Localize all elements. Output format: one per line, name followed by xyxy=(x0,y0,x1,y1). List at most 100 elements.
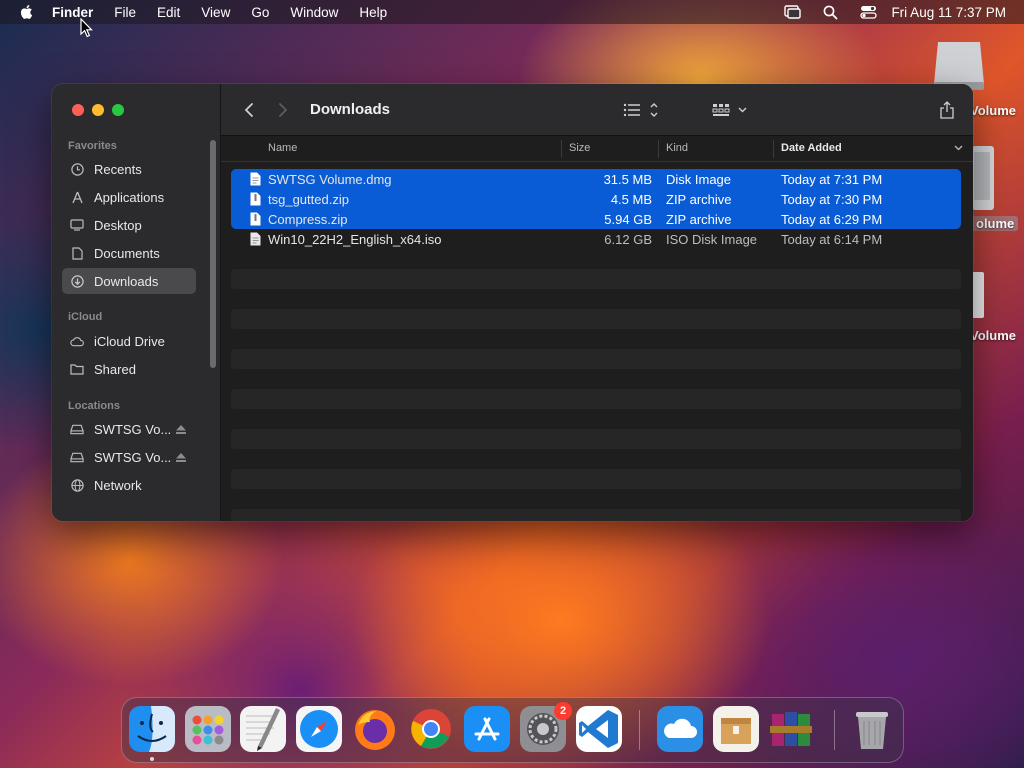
sidebar-item-recents[interactable]: Recents xyxy=(62,156,196,182)
table-row[interactable]: SWTSG Volume.dmg 31.5 MB Disk Image Toda… xyxy=(231,169,961,189)
desktop-disk-label[interactable]: Volume xyxy=(970,103,1016,118)
spotlight-search-icon[interactable] xyxy=(821,4,839,20)
window-title: Downloads xyxy=(310,101,391,118)
control-center-icon[interactable] xyxy=(859,4,877,20)
file-date-added: Today at 6:29 PM xyxy=(781,211,883,227)
running-indicator xyxy=(150,757,154,761)
sidebar: Favorites Recents Applications Desktop D… xyxy=(52,84,221,521)
sidebar-item-label: Applications xyxy=(94,189,165,205)
download-icon xyxy=(70,274,84,288)
menu-file[interactable]: File xyxy=(114,5,136,20)
chevron-left-icon xyxy=(244,103,253,117)
file-icon xyxy=(250,192,261,206)
file-name: Compress.zip xyxy=(268,211,348,227)
column-name[interactable]: Name xyxy=(268,142,297,154)
dock-winrar[interactable] xyxy=(768,706,814,752)
chevron-down-icon[interactable] xyxy=(954,145,963,151)
finder-window: Favorites Recents Applications Desktop D… xyxy=(52,84,973,521)
sidebar-section-icloud: iCloud xyxy=(68,311,103,323)
sidebar-scrollbar[interactable] xyxy=(210,140,216,368)
column-divider[interactable] xyxy=(658,140,659,158)
menu-go[interactable]: Go xyxy=(251,5,269,20)
eject-icon[interactable] xyxy=(176,422,186,437)
desktop-disk-icon[interactable] xyxy=(972,146,994,210)
sidebar-section-locations: Locations xyxy=(68,400,120,412)
desktop-document-icon[interactable] xyxy=(972,272,984,318)
sidebar-item-shared[interactable]: Shared xyxy=(62,356,196,382)
sidebar-item-desktop[interactable]: Desktop xyxy=(62,212,196,238)
apple-logo-icon[interactable] xyxy=(18,3,36,21)
dock-weather[interactable] xyxy=(657,706,703,752)
menubar-clock[interactable]: Fri Aug 11 7:37 PM xyxy=(891,5,1006,20)
dock-chrome[interactable] xyxy=(408,706,454,752)
dock-archive-utility[interactable] xyxy=(713,706,759,752)
column-divider[interactable] xyxy=(773,140,774,158)
forward-button[interactable] xyxy=(277,99,289,121)
sidebar-item-label: Network xyxy=(94,477,142,493)
zoom-button[interactable] xyxy=(112,104,124,116)
dock-launchpad[interactable] xyxy=(185,706,231,752)
dock-app-store[interactable] xyxy=(464,706,510,752)
menu-window[interactable]: Window xyxy=(290,5,338,20)
sidebar-item-swtsg-volume-1[interactable]: SWTSG Vo... xyxy=(62,416,196,442)
content-area: Downloads Name Size Kind Date Added SWTS… xyxy=(221,84,973,521)
minimize-button[interactable] xyxy=(92,104,104,116)
table-row[interactable]: Compress.zip 5.94 GB ZIP archive Today a… xyxy=(231,209,961,229)
trash-icon xyxy=(856,712,888,749)
close-button[interactable] xyxy=(72,104,84,116)
launchpad-app-icon xyxy=(185,706,231,752)
column-divider[interactable] xyxy=(561,140,562,158)
sidebar-item-icloud-drive[interactable]: iCloud Drive xyxy=(62,328,196,354)
dock-safari[interactable] xyxy=(296,706,342,752)
safari-app-icon xyxy=(296,706,342,752)
column-date-added[interactable]: Date Added xyxy=(781,142,842,154)
sidebar-section-favorites: Favorites xyxy=(68,140,117,152)
share-icon xyxy=(940,101,954,119)
file-date-added: Today at 7:30 PM xyxy=(781,191,883,207)
sidebar-item-applications[interactable]: Applications xyxy=(62,184,196,210)
view-options-button[interactable] xyxy=(623,99,659,121)
sidebar-item-label: SWTSG Vo... xyxy=(94,421,172,437)
desktop-disk-label[interactable]: Volume xyxy=(970,328,1016,343)
desktop-disk-label[interactable]: olume xyxy=(972,216,1019,231)
file-icon xyxy=(250,172,261,186)
eject-icon[interactable] xyxy=(176,450,186,465)
table-row[interactable]: tsg_gutted.zip 4.5 MB ZIP archive Today … xyxy=(231,189,961,209)
dock-trash[interactable] xyxy=(849,706,895,752)
column-size[interactable]: Size xyxy=(569,142,590,154)
table-row[interactable]: Win10_22H2_English_x64.iso 6.12 GB ISO D… xyxy=(231,229,961,249)
window-controls xyxy=(72,104,132,116)
screen-mirroring-icon[interactable] xyxy=(783,4,801,20)
sidebar-item-network[interactable]: Network xyxy=(62,472,196,498)
column-kind[interactable]: Kind xyxy=(666,142,688,154)
dock-finder[interactable] xyxy=(129,706,175,752)
applications-icon xyxy=(70,190,84,204)
back-button[interactable] xyxy=(243,99,255,121)
menu-edit[interactable]: Edit xyxy=(157,5,180,20)
empty-row-stripe xyxy=(231,349,961,369)
file-name: tsg_gutted.zip xyxy=(268,191,349,207)
sidebar-item-downloads[interactable]: Downloads xyxy=(62,268,196,294)
sidebar-item-swtsg-volume-2[interactable]: SWTSG Vo... xyxy=(62,444,196,470)
dock-firefox[interactable] xyxy=(352,706,398,752)
file-list: SWTSG Volume.dmg 31.5 MB Disk Image Toda… xyxy=(231,169,961,249)
sidebar-item-documents[interactable]: Documents xyxy=(62,240,196,266)
menu-bar: Finder File Edit View Go Window Help Fri… xyxy=(0,0,1024,24)
file-size: 4.5 MB xyxy=(610,191,652,207)
clock-icon xyxy=(70,162,84,176)
finder-app-icon xyxy=(129,706,175,752)
shared-folder-icon xyxy=(70,362,84,376)
file-date-added: Today at 6:14 PM xyxy=(781,231,883,247)
dock: 2 xyxy=(121,697,904,763)
menu-view[interactable]: View xyxy=(201,5,230,20)
menu-help[interactable]: Help xyxy=(359,5,387,20)
dock-vscode[interactable] xyxy=(576,706,622,752)
firefox-app-icon xyxy=(355,710,395,750)
notification-badge: 2 xyxy=(554,702,572,720)
sidebar-item-label: Desktop xyxy=(94,217,142,233)
drive-icon xyxy=(70,422,84,436)
empty-row-stripe xyxy=(231,429,961,449)
dock-textedit[interactable] xyxy=(240,706,286,752)
share-button[interactable] xyxy=(939,99,955,121)
group-button[interactable] xyxy=(712,99,748,121)
